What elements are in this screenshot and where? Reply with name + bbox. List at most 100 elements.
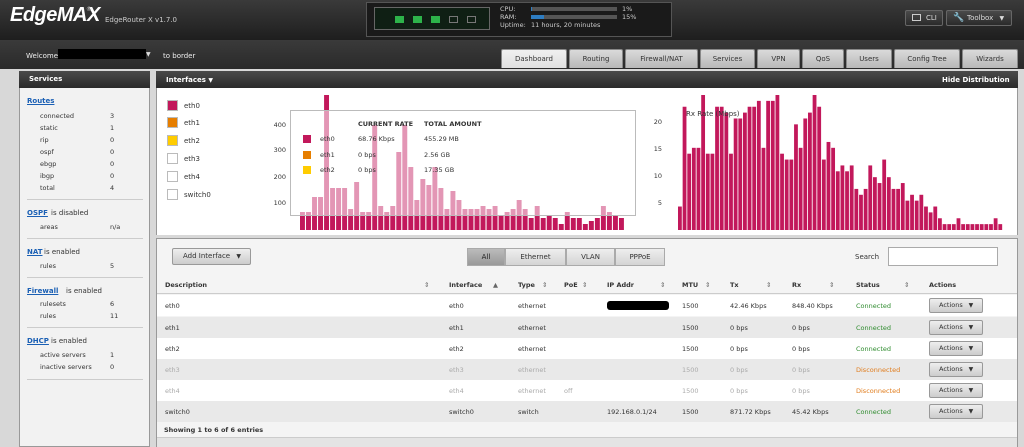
actions-button[interactable]: Actions ▼: [929, 298, 983, 313]
filter-vlan[interactable]: VLAN: [566, 248, 615, 266]
tab-services[interactable]: Services: [700, 49, 755, 68]
port-eth4-icon[interactable]: [467, 16, 476, 23]
row-ip-addr: 192.168.0.1/24: [607, 408, 657, 416]
legend-swatch-switch0[interactable]: [167, 189, 178, 200]
actions-button[interactable]: Actions ▼: [929, 320, 983, 335]
cli-button[interactable]: CLI: [905, 10, 943, 26]
sort-asc-icon[interactable]: ▲: [493, 281, 498, 289]
sort-icon[interactable]: ⇕: [766, 281, 771, 289]
routes-row-connected: connected 3: [40, 112, 115, 120]
row-interface: eth2: [449, 345, 464, 353]
row-type: switch: [518, 408, 539, 416]
bar: [821, 159, 826, 230]
bar: [808, 112, 812, 230]
toolbox-label: Toolbox: [967, 14, 994, 22]
port-eth0-icon[interactable]: [395, 16, 404, 23]
bar: [970, 224, 975, 230]
actions-label: Actions: [939, 301, 963, 309]
tab-routing[interactable]: Routing: [569, 49, 623, 68]
col-status[interactable]: Status: [856, 281, 880, 289]
sort-icon[interactable]: ⇕: [582, 281, 587, 289]
router-name-text: to border: [163, 52, 196, 60]
tab-config-tree[interactable]: Config Tree: [894, 49, 960, 68]
bar: [975, 224, 979, 230]
col-rx[interactable]: Rx: [792, 281, 801, 289]
toolbox-button[interactable]: 🔧 Toolbox ▼: [946, 10, 1012, 26]
col-ip-addr[interactable]: IP Addr: [607, 281, 634, 289]
row-rx: 0 bps: [792, 324, 810, 332]
port-eth1-icon[interactable]: [413, 16, 422, 23]
chart1-ytick: 400: [273, 121, 286, 129]
row-interface: switch0: [449, 408, 474, 416]
cpu-bar: [531, 7, 617, 11]
legend-label-switch0: switch0: [184, 191, 211, 199]
legend-swatch-eth3[interactable]: [167, 153, 178, 164]
row-type: ethernet: [518, 345, 546, 353]
ospf-link[interactable]: OSPF: [27, 209, 48, 217]
actions-button[interactable]: Actions ▼: [929, 383, 983, 398]
col-poe[interactable]: PoE: [564, 281, 578, 289]
legend-swatch-eth1[interactable]: [167, 117, 178, 128]
bar: [794, 124, 798, 230]
actions-button[interactable]: Actions ▼: [929, 341, 983, 356]
tooltip-swatch-eth1: [303, 151, 311, 159]
ram-label: RAM:: [500, 13, 517, 21]
col-interface[interactable]: Interface: [449, 281, 482, 289]
actions-button[interactable]: Actions ▼: [929, 404, 983, 419]
sort-icon[interactable]: ⇕: [829, 281, 834, 289]
legend-swatch-eth0[interactable]: [167, 100, 178, 111]
table-row: eth3 eth3 ethernet 1500 0 bps 0 bps Disconnect…: [157, 359, 1017, 380]
sort-icon[interactable]: ⇕: [542, 281, 547, 289]
bar: [873, 177, 877, 230]
col-tx[interactable]: Tx: [730, 281, 739, 289]
bar: [576, 218, 582, 230]
sort-icon[interactable]: ⇕: [904, 281, 909, 289]
tab-dashboard[interactable]: Dashboard: [501, 49, 567, 68]
tab-firewall-nat[interactable]: Firewall/NAT: [625, 49, 698, 68]
row-tx: 0 bps: [730, 345, 748, 353]
tab-users[interactable]: Users: [846, 49, 892, 68]
legend-swatch-eth2[interactable]: [167, 135, 178, 146]
username-redacted[interactable]: [58, 49, 146, 59]
dhcp-row-inactive: inactive servers 0: [40, 363, 115, 371]
tab-qos[interactable]: QoS: [802, 49, 844, 68]
user-menu-chevron-icon[interactable]: ▼: [146, 51, 151, 58]
interfaces-dropdown[interactable]: Interfaces ▼: [166, 76, 213, 84]
bar: [715, 106, 719, 230]
port-eth2-icon[interactable]: [431, 16, 440, 23]
firewall-link[interactable]: Firewall: [27, 287, 58, 295]
filter-ethernet[interactable]: Ethernet: [505, 248, 566, 266]
filter-all[interactable]: All: [467, 248, 505, 266]
port-eth3-icon[interactable]: [449, 16, 458, 23]
col-description[interactable]: Description: [165, 281, 207, 289]
tab-vpn[interactable]: VPN: [757, 49, 800, 68]
bar: [588, 221, 594, 230]
actions-button[interactable]: Actions ▼: [929, 362, 983, 377]
tab-wizards[interactable]: Wizards: [962, 49, 1018, 68]
sort-icon[interactable]: ⇕: [424, 281, 429, 289]
filter-pppoe[interactable]: PPPoE: [615, 248, 665, 266]
bar: [618, 218, 624, 230]
sort-icon[interactable]: ⇕: [705, 281, 710, 289]
actions-label: Actions: [939, 323, 963, 331]
bar: [886, 177, 891, 230]
actions-label: Actions: [939, 386, 963, 394]
bar: [691, 147, 696, 230]
bar: [993, 218, 998, 230]
legend-swatch-eth4[interactable]: [167, 171, 178, 182]
search-input[interactable]: [888, 247, 998, 266]
bar: [570, 218, 576, 230]
routes-link[interactable]: Routes: [27, 97, 54, 105]
col-type[interactable]: Type: [518, 281, 535, 289]
hide-distribution-link[interactable]: Hide Distribution: [942, 76, 1010, 84]
sort-icon[interactable]: ⇕: [660, 281, 665, 289]
tooltip-rate: 68.76 Kbps: [358, 135, 395, 143]
col-mtu[interactable]: MTU: [682, 281, 698, 289]
dhcp-link[interactable]: DHCP: [27, 337, 49, 345]
bar: [552, 218, 558, 230]
bar: [863, 188, 868, 230]
nat-link[interactable]: NAT: [27, 248, 43, 256]
add-interface-button[interactable]: Add Interface ▼: [172, 248, 251, 265]
row-tx: 42.46 Kbps: [730, 302, 767, 310]
col-actions: Actions: [929, 281, 957, 289]
